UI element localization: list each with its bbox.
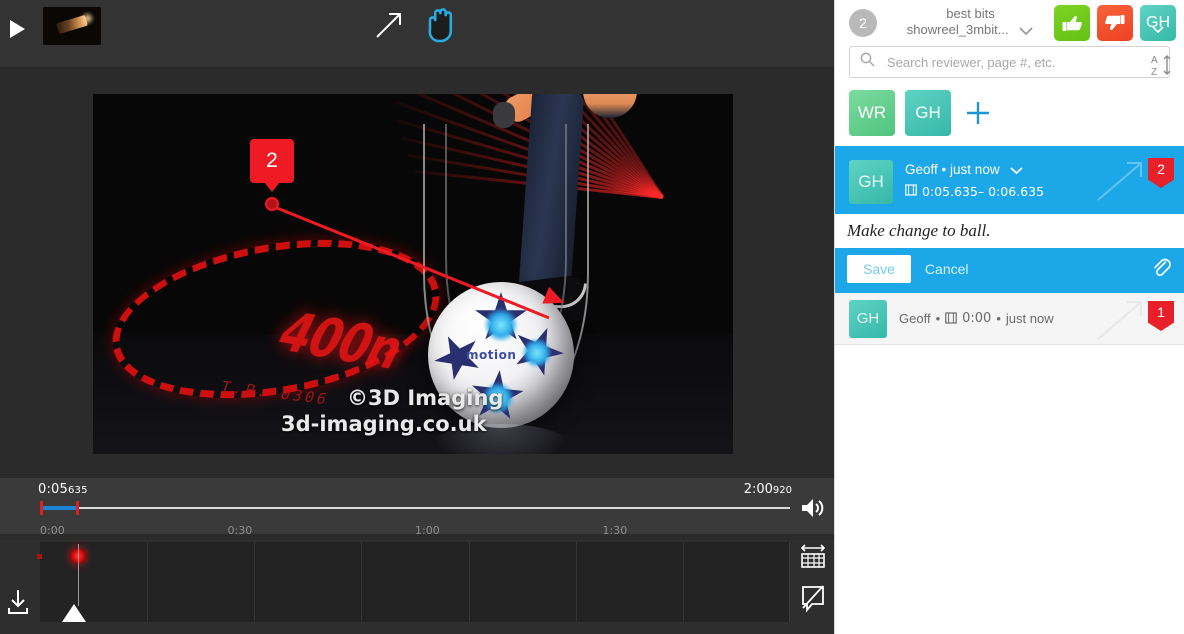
player-pane: 400n T.P. 0306 motion ©3D Imaging 3d-ima…	[0, 0, 834, 634]
cancel-button[interactable]: Cancel	[911, 255, 983, 283]
timeline-grid-line	[575, 542, 577, 622]
range-handle-end[interactable]	[76, 501, 79, 515]
comment-time-range: 0:05.635– 0:06.635	[922, 184, 1045, 199]
sort-az-icon[interactable]: A Z	[1150, 52, 1176, 78]
play-button[interactable]	[6, 18, 28, 40]
timeline-tick-label: 0:00	[40, 524, 65, 537]
reject-button[interactable]	[1097, 5, 1133, 41]
comment-timeline	[0, 540, 834, 634]
timeline-tick-label: 1:00	[415, 524, 440, 537]
comment-marker-badge[interactable]: 1	[1148, 301, 1174, 331]
video-thumbnail[interactable]	[43, 7, 101, 45]
ball-brand-text: motion	[466, 348, 517, 362]
user-avatar-menu[interactable]: GH	[1140, 5, 1176, 41]
comment-timeline-track[interactable]	[37, 542, 790, 622]
comment-summary: Geoff • 0:00 • just now	[899, 311, 1054, 326]
hide-comments-icon[interactable]	[798, 583, 828, 615]
comment-actions: Save Cancel	[835, 248, 1184, 293]
svg-text:A: A	[1151, 55, 1158, 66]
timeline-tick-label: 0:30	[227, 524, 253, 537]
total-time-label: 2:00920	[744, 482, 792, 497]
watermark-line-1: ©3D Imaging	[347, 386, 504, 410]
comment-input[interactable]	[847, 221, 1172, 241]
attachment-icon[interactable]	[1150, 256, 1172, 283]
timeline-grid-line	[468, 542, 470, 622]
file-title-line-1: best bits	[946, 6, 995, 21]
timeline-grid-line	[682, 542, 684, 622]
timeline-grid-line	[147, 542, 149, 622]
ball-glow	[484, 308, 518, 342]
seek-track[interactable]	[40, 501, 790, 515]
comment-author: Geoff	[899, 311, 931, 326]
playhead-handle[interactable]	[62, 604, 86, 622]
reviewer-avatar[interactable]: GH	[905, 90, 951, 136]
file-title: best bits showreel_3mbit...	[877, 6, 1054, 40]
search-input[interactable]	[883, 54, 1169, 70]
filmstrip-zoom-icon[interactable]	[798, 542, 828, 572]
separator: •	[941, 162, 947, 177]
video-canvas[interactable]: 400n T.P. 0306 motion ©3D Imaging 3d-ima…	[93, 94, 733, 454]
range-handle-start[interactable]	[40, 501, 43, 515]
total-time-value: 2:00	[743, 482, 773, 497]
comment-meta: Geoff • just now 0:05.635– 0:06.635	[905, 160, 1044, 204]
comment-count-badge: 2	[849, 9, 877, 37]
timeline-grid-line	[361, 542, 363, 622]
chevron-down-icon[interactable]	[1009, 163, 1024, 178]
svg-text:Z: Z	[1151, 67, 1157, 78]
volume-icon[interactable]	[800, 496, 826, 520]
comment-author: Geoff	[905, 162, 938, 177]
file-title-line-2: showreel_3mbit...	[906, 22, 1009, 37]
sidebar-header: 2 best bits showreel_3mbit... GH	[835, 0, 1184, 46]
reviewer-avatar[interactable]: WR	[849, 90, 895, 136]
comment-editor: 2 GH Geoff • just now 0:05.635– 0:06.635…	[835, 148, 1184, 293]
thumbnail-highlight	[83, 14, 92, 23]
chevron-down-icon[interactable]	[1018, 24, 1034, 40]
timeline-ticks: 0:00 0:30 1:00 1:30	[40, 524, 790, 540]
comment-row[interactable]: GH Geoff • 0:00 • just now 1	[835, 293, 1184, 345]
net-apex	[493, 102, 515, 128]
arrow-tool-icon[interactable]	[372, 8, 406, 42]
search-icon	[860, 52, 875, 72]
separator: •	[935, 311, 941, 326]
reviewer-avatars: WR GH	[835, 78, 1184, 148]
timeline-tick-label: 1:30	[602, 524, 628, 537]
save-button[interactable]: Save	[847, 255, 911, 283]
annotation-anchor-dot[interactable]	[265, 197, 279, 211]
ball-glow	[522, 338, 552, 368]
current-time-value: 0:05	[38, 482, 68, 497]
playhead-line	[78, 544, 79, 606]
comment-time: 0:00	[962, 311, 992, 326]
separator: •	[996, 311, 1001, 326]
avatar: GH	[849, 160, 893, 204]
total-time-ms: 920	[772, 485, 792, 496]
comment-timestamp: just now	[950, 162, 1000, 177]
review-sidebar: 2 best bits showreel_3mbit... GH Search …	[834, 0, 1184, 634]
download-icon[interactable]	[6, 588, 30, 616]
video-stage: 400n T.P. 0306 motion ©3D Imaging 3d-ima…	[0, 68, 834, 478]
current-time-ms: 635	[68, 485, 88, 496]
timeline-grid-line	[254, 542, 256, 622]
filmstrip-icon	[945, 311, 957, 326]
comment-header: GH Geoff • just now 0:05.635– 0:06.635	[835, 160, 1184, 214]
add-reviewer-icon[interactable]	[961, 96, 995, 130]
approve-button[interactable]	[1054, 5, 1090, 41]
comment-author-line: Geoff • just now	[905, 162, 1044, 178]
selected-range[interactable]	[40, 506, 78, 510]
annotation-marker-badge[interactable]: 2	[250, 139, 294, 192]
chevron-down-icon	[1151, 20, 1165, 38]
current-time-label: 0:05635	[38, 482, 88, 497]
comment-input-wrap[interactable]	[835, 214, 1184, 248]
comment-time-range-row: 0:05.635– 0:06.635	[905, 184, 1044, 199]
hand-tool-icon[interactable]	[418, 3, 462, 47]
watermark-line-2: 3d-imaging.co.uk	[281, 412, 487, 436]
search-box[interactable]	[849, 46, 1170, 78]
comment-arrow-icon	[1094, 297, 1148, 348]
top-toolbar	[0, 0, 834, 68]
avatar: GH	[849, 299, 887, 338]
comment-timestamp: just now	[1005, 311, 1054, 326]
comment-marker-small[interactable]	[37, 554, 42, 559]
filmstrip-icon	[905, 184, 917, 199]
